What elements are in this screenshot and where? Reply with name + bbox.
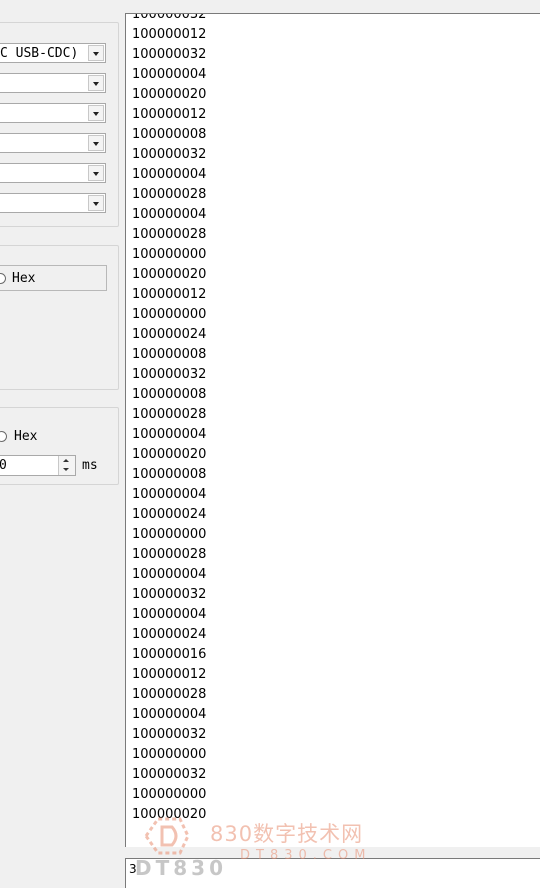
receive-line: 100000012 (132, 107, 207, 122)
receive-line: 100000004 (132, 487, 207, 502)
receive-line: 100000024 (132, 507, 207, 522)
receive-line: 100000004 (132, 167, 207, 182)
send-interval-spinner[interactable]: 0 (0, 455, 76, 476)
receive-line: 100000008 (132, 347, 207, 362)
receive-line: 100000020 (132, 267, 207, 282)
receive-line: 100000032 (132, 147, 207, 162)
receive-line: 100000004 (132, 607, 207, 622)
chevron-down-icon[interactable] (88, 75, 104, 91)
receive-line: 100000032 (132, 13, 207, 22)
receive-line: 100000032 (132, 767, 207, 782)
spinner-buttons[interactable] (58, 456, 75, 475)
receive-line: 100000032 (132, 727, 207, 742)
receive-line: 100000032 (132, 587, 207, 602)
port-select[interactable]: C USB-CDC) (0, 43, 106, 63)
chevron-down-icon[interactable] (88, 135, 104, 151)
interval-unit-label: ms (82, 458, 98, 473)
receive-line: 100000004 (132, 67, 207, 82)
receive-line: 100000012 (132, 287, 207, 302)
receive-line: 100000000 (132, 307, 207, 322)
receive-line: 100000020 (132, 447, 207, 462)
receive-line: 100000004 (132, 207, 207, 222)
receive-line: 100000000 (132, 247, 207, 262)
receive-line: 100000028 (132, 547, 207, 562)
chevron-down-icon[interactable] (63, 468, 69, 471)
receive-line: 100000000 (132, 747, 207, 762)
receive-line: 100000028 (132, 407, 207, 422)
receive-line: 100000028 (132, 687, 207, 702)
data-bits-select[interactable] (0, 103, 106, 123)
receive-line: 100000028 (132, 187, 207, 202)
chevron-down-icon[interactable] (88, 105, 104, 121)
receive-lines: 100000032 100000012 100000032 100000004 1000… (132, 13, 207, 825)
receive-line: 100000020 (132, 87, 207, 102)
receive-hex-label: Hex (12, 271, 36, 286)
receive-line: 100000028 (132, 227, 207, 242)
receive-line: 100000012 (132, 667, 207, 682)
send-text: 3 (129, 862, 137, 876)
baud-rate-select[interactable] (0, 73, 106, 93)
receive-line: 100000008 (132, 387, 207, 402)
port-select-value: C USB-CDC) (0, 46, 79, 61)
receive-line: 100000032 (132, 367, 207, 382)
receive-line: 100000032 (132, 47, 207, 62)
chevron-down-icon[interactable] (88, 165, 104, 181)
receive-text-area[interactable]: 100000032 100000012 100000032 100000004 1000… (125, 13, 540, 847)
flow-control-select[interactable] (0, 193, 106, 213)
receive-line: 100000016 (132, 647, 207, 662)
receive-line: 100000024 (132, 327, 207, 342)
receive-line: 100000020 (132, 807, 207, 822)
parity-select[interactable] (0, 133, 106, 153)
receive-line: 100000000 (132, 787, 207, 802)
send-interval-value: 0 (0, 458, 7, 473)
receive-line: 100000004 (132, 567, 207, 582)
send-hex-label: Hex (14, 429, 38, 444)
receive-line: 100000008 (132, 467, 207, 482)
receive-line: 100000000 (132, 527, 207, 542)
receive-line: 100000024 (132, 627, 207, 642)
chevron-down-icon[interactable] (88, 195, 104, 211)
chevron-down-icon[interactable] (88, 45, 104, 61)
receive-line: 100000004 (132, 427, 207, 442)
stop-bits-select[interactable] (0, 163, 106, 183)
receive-line: 100000008 (132, 127, 207, 142)
chevron-up-icon[interactable] (63, 459, 69, 462)
receive-line: 100000004 (132, 707, 207, 722)
receive-line: 100000012 (132, 27, 207, 42)
